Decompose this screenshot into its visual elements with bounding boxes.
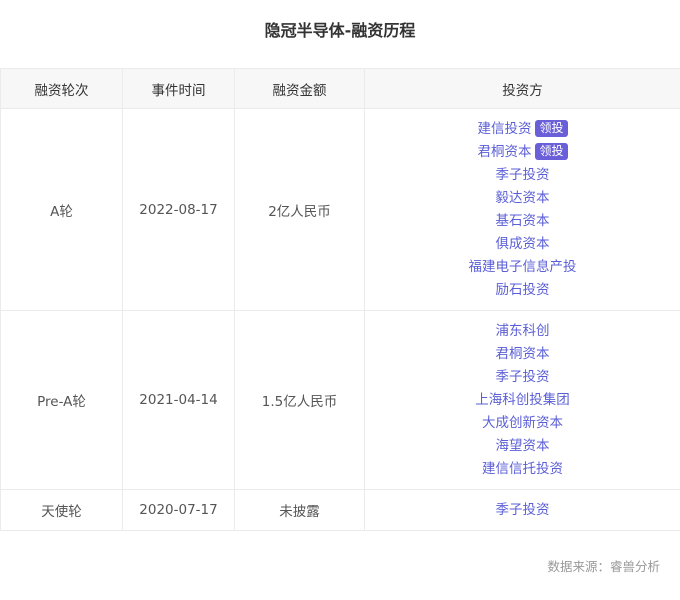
investor-link[interactable]: 福建电子信息产投 [469, 259, 577, 275]
amount-cell: 1.5亿人民币 [234, 310, 365, 490]
table-row: Pre-A轮 2021-04-14 1.5亿人民币 浦东科创 君桐资本 季子投资 上海科创投… [0, 310, 680, 490]
investor-link[interactable]: 浦东科创 [496, 323, 550, 339]
investors-cell: 建信投资 领投 君桐资本 领投 季子投资 毅达资本 基石资本 俱成资本 福建电子信息产投 励石投资 [364, 108, 680, 311]
round-cell: 天使轮 [0, 489, 123, 531]
investor-link[interactable]: 季子投资 [496, 369, 550, 385]
investor-link[interactable]: 俱成资本 [496, 236, 550, 252]
investor-item: 季子投资 [365, 366, 680, 389]
investor-link[interactable]: 励石投资 [496, 282, 550, 298]
header-round: 融资轮次 [0, 68, 123, 109]
date-cell: 2022-08-17 [122, 108, 235, 311]
investor-link[interactable]: 君桐资本 [477, 144, 531, 160]
investor-list: 建信投资 领投 君桐资本 领投 季子投资 毅达资本 基石资本 俱成资本 福建电子信息产投 励石投资 [365, 109, 680, 310]
table-row: 天使轮 2020-07-17 未披露 季子投资 [0, 489, 680, 531]
investors-cell: 浦东科创君桐资本季子投资上海科创投集团 大成创新资本 海望资本建信信托投资 [364, 310, 680, 490]
investor-link[interactable]: 毅达资本 [496, 190, 550, 206]
investor-item: 福建电子信息产投 [365, 256, 680, 279]
investor-item: 毅达资本 [365, 187, 680, 210]
investor-list: 浦东科创君桐资本季子投资上海科创投集团 大成创新资本 海望资本建信信托投资 [365, 311, 680, 489]
amount-cell: 未披露 [234, 489, 365, 531]
page-title: 隐冠半导体-融资历程 [264, 21, 416, 40]
investor-link[interactable]: 建信投资 [477, 121, 531, 137]
financing-table: 融资轮次 事件时间 融资金额 投资方 A轮 2022-08-17 2亿人民币 建信投资… [0, 68, 680, 531]
data-source-note: 数据来源：睿兽分析 [547, 559, 660, 574]
lead-investor-badge: 领投 [535, 143, 568, 160]
round-cell: Pre-A轮 [0, 310, 123, 490]
investor-item: 君桐资本 领投 [365, 141, 680, 164]
investor-item: 浦东科创 [365, 320, 680, 343]
table-row: A轮 2022-08-17 2亿人民币 建信投资 领投 君桐资本 领投 季子投资 毅达资本 基石资… [0, 108, 680, 311]
investor-item: 大成创新资本 [365, 412, 680, 435]
date-cell: 2021-04-14 [122, 310, 235, 490]
date-cell: 2020-07-17 [122, 489, 235, 531]
investor-item: 海望资本 [365, 435, 680, 458]
investor-item: 上海科创投集团 [365, 389, 680, 412]
lead-investor-badge: 领投 [535, 120, 568, 137]
investor-link[interactable]: 君桐资本 [496, 346, 550, 362]
investor-list: 季子投资 [365, 490, 680, 530]
investor-link[interactable]: 季子投资 [496, 502, 550, 518]
investor-link[interactable]: 季子投资 [496, 167, 550, 183]
table-header-row: 融资轮次 事件时间 融资金额 投资方 [0, 68, 680, 109]
header-amount: 融资金额 [234, 68, 365, 109]
investor-item: 季子投资 [365, 164, 680, 187]
round-cell: A轮 [0, 108, 123, 311]
investors-cell: 季子投资 [364, 489, 680, 531]
investor-link[interactable]: 基石资本 [496, 213, 550, 229]
investor-item: 君桐资本 [365, 343, 680, 366]
header-investors: 投资方 [364, 68, 680, 109]
investor-link[interactable]: 上海科创投集团 [475, 392, 570, 408]
header-date: 事件时间 [122, 68, 235, 109]
investor-link[interactable]: 海望资本 [496, 438, 550, 454]
investor-item: 建信投资 领投 [365, 118, 680, 141]
investor-item: 季子投资 [365, 499, 680, 522]
investor-item: 励石投资 [365, 279, 680, 302]
investor-link[interactable]: 建信信托投资 [482, 461, 563, 477]
investor-item: 俱成资本 [365, 233, 680, 256]
amount-cell: 2亿人民币 [234, 108, 365, 311]
investor-item: 建信信托投资 [365, 458, 680, 481]
investor-item: 基石资本 [365, 210, 680, 233]
investor-link[interactable]: 大成创新资本 [482, 415, 563, 431]
